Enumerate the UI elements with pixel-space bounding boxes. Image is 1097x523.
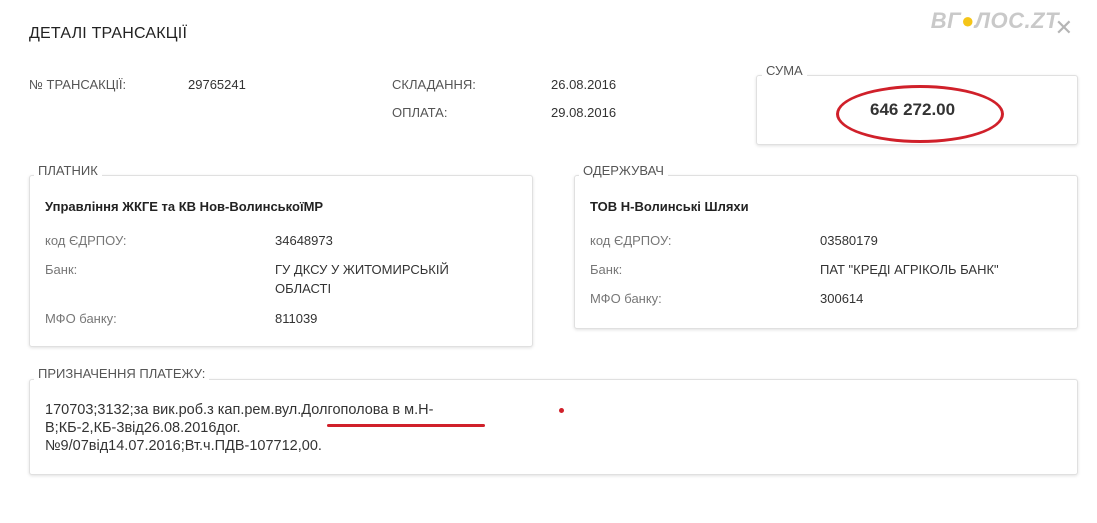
transaction-number-label: № ТРАНСАКЦІЇ: — [29, 77, 127, 92]
drafted-date-label: СКЛАДАННЯ: — [392, 77, 476, 92]
paid-date-value: 29.08.2016 — [551, 105, 617, 120]
recipient-name: ТОВ Н-Волинські Шляхи — [590, 199, 749, 214]
sum-legend: СУМА — [762, 63, 807, 78]
recipient-bank-value: ПАТ "КРЕДІ АГРІКОЛЬ БАНК" — [820, 262, 999, 277]
street-underline-annotation — [327, 424, 485, 427]
annotation-dot — [559, 408, 564, 413]
payer-legend: ПЛАТНИК — [34, 163, 102, 178]
paid-date-label: ОПЛАТА: — [392, 105, 448, 120]
recipient-mfo-value: 300614 — [820, 291, 864, 306]
payer-edrpou-value: 34648973 — [275, 233, 333, 248]
purpose-legend: ПРИЗНАЧЕННЯ ПЛАТЕЖУ: — [34, 366, 210, 381]
payer-bank-value-line1: ГУ ДКСУ У ЖИТОМИРСЬКІЙ — [275, 262, 449, 277]
recipient-bank-label: Банк: — [590, 262, 623, 277]
payer-edrpou-label: код ЄДРПОУ: — [45, 233, 127, 248]
payer-bank-value-line2: ОБЛАСТІ — [275, 281, 332, 296]
page-title: ДЕТАЛІ ТРАНСАКЦІЇ — [29, 25, 188, 42]
payer-name: Управління ЖКГЕ та КВ Нов-ВолинськоїМР — [45, 199, 324, 214]
recipient-edrpou-label: код ЄДРПОУ: — [590, 233, 672, 248]
site-logo: ВГ●ЛОС.ZT — [931, 8, 1059, 34]
purpose-text: 170703;3132;за вик.роб.з кап.рем.вул.Дол… — [45, 401, 505, 455]
recipient-legend: ОДЕРЖУВАЧ — [579, 163, 668, 178]
drafted-date-value: 26.08.2016 — [551, 77, 617, 92]
recipient-edrpou-value: 03580179 — [820, 233, 878, 248]
payer-mfo-label: МФО банку: — [45, 311, 117, 326]
transaction-number-value: 29765241 — [188, 77, 246, 92]
recipient-mfo-label: МФО банку: — [590, 291, 662, 306]
logo-text-a: ВГ — [930, 8, 962, 33]
purpose-line-3: №9/07від14.07.2016;Вт.ч.ПДВ-107712,00. — [45, 438, 322, 454]
payer-bank-label: Банк: — [45, 262, 78, 277]
logo-text-b: ЛОС.ZT — [974, 8, 1059, 33]
sum-amount: 646 272.00 — [870, 100, 956, 119]
purpose-line-2: В;КБ-2,КБ-3від26.08.2016дог. — [45, 420, 241, 436]
close-icon[interactable]: ✕ — [1055, 17, 1073, 39]
payer-mfo-value: 811039 — [275, 311, 318, 326]
logo-dot-icon: ● — [961, 8, 975, 33]
purpose-line-1: 170703;3132;за вик.роб.з кап.рем.вул.Дол… — [45, 402, 434, 418]
